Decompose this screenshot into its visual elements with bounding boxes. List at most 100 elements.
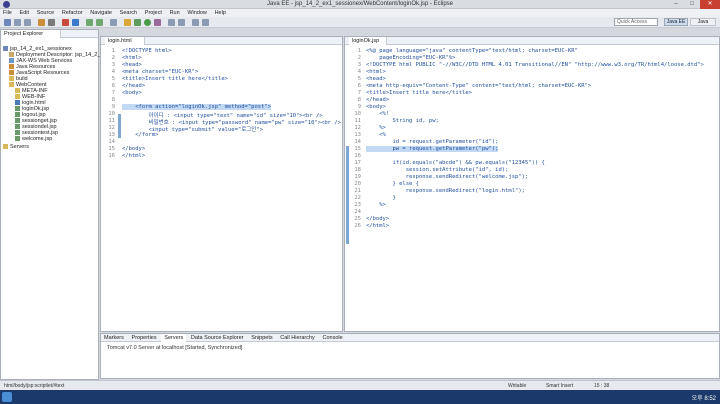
code-line: <meta http-equiv="Content-Type" content=… <box>366 83 592 89</box>
save-all-icon[interactable] <box>24 19 31 26</box>
code-line: <title>Insert title here</title> <box>366 90 472 96</box>
close-button[interactable]: ✕ <box>700 0 720 9</box>
bottom-panel: Markers Properties Servers Data Source E… <box>100 333 720 379</box>
jsp-file-icon <box>15 130 20 135</box>
menu-edit[interactable]: Edit <box>17 9 32 17</box>
save-icon[interactable] <box>14 19 21 26</box>
folder-icon <box>15 94 20 99</box>
jsp-file-icon <box>15 106 20 111</box>
perspective-javaee[interactable]: Java EE <box>664 18 688 26</box>
new-icon[interactable] <box>4 19 11 26</box>
code-line: <head> <box>122 62 142 68</box>
code-line: response.sendRedirect("login.html"); <box>366 188 525 194</box>
menu-refactor[interactable]: Refactor <box>59 9 86 17</box>
tab-login-html[interactable]: login.html <box>105 37 145 45</box>
tab-console[interactable]: Console <box>319 334 345 342</box>
status-bar: html/body/jsp:scriptlet/#text Writable S… <box>0 380 720 390</box>
tree-item[interactable]: welcome.jsp <box>15 136 52 142</box>
code-area[interactable]: 1 2 3 4 5 6 7 8 9 10 11 12 13 14 15 16 <… <box>103 48 341 328</box>
tab-markers[interactable]: Markers <box>101 334 127 342</box>
forward-icon[interactable] <box>202 19 209 26</box>
status-path: html/body/jsp:scriptlet/#text <box>4 383 65 389</box>
status-cursor-position: 15 : 38 <box>594 383 610 389</box>
menu-navigate[interactable]: Navigate <box>87 9 115 17</box>
tree-item[interactable]: Servers <box>3 144 29 150</box>
menu-bar: File Edit Source Refactor Navigate Searc… <box>0 9 720 17</box>
print-icon[interactable] <box>48 19 55 26</box>
new-package-icon[interactable] <box>178 19 185 26</box>
title-bar: Java EE - jsp_14_2_ex1_sessionex/WebCont… <box>0 0 720 9</box>
server-entry[interactable]: Tomcat v7.0 Server at localhost [Started… <box>107 345 242 351</box>
code-area[interactable]: 1 2 3 4 5 6 7 8 9 10 11 12 13 14 15 16 1… <box>345 48 717 328</box>
perspective-java[interactable]: Java <box>690 18 716 26</box>
build-icon[interactable] <box>38 19 45 26</box>
code-line: <!DOCTYPE html PUBLIC "-//W3C//DTD HTML … <box>366 62 704 68</box>
descriptor-icon <box>9 52 14 57</box>
code-line: <html> <box>122 55 142 61</box>
code-line: </body> <box>122 146 146 152</box>
debug-icon[interactable] <box>134 19 141 26</box>
coverage-icon[interactable] <box>154 19 161 26</box>
change-marker <box>118 114 121 138</box>
run-icon[interactable] <box>144 19 151 26</box>
jsp-file-icon <box>15 112 20 117</box>
webservice-icon <box>9 58 14 63</box>
web-icon[interactable] <box>72 19 79 26</box>
tab-snippets[interactable]: Snippets <box>248 334 275 342</box>
search-icon[interactable] <box>110 19 117 26</box>
menu-help[interactable]: Help <box>212 9 229 17</box>
html-file-icon <box>15 100 20 105</box>
start-icon[interactable] <box>2 392 12 402</box>
jsp-file-icon <box>15 118 20 123</box>
taskbar-clock: 오후 8:52 <box>691 396 716 402</box>
new-class-icon[interactable] <box>168 19 175 26</box>
jsp-file-icon <box>15 136 20 141</box>
folder-icon <box>9 70 14 75</box>
code-line: <html> <box>366 69 386 75</box>
folder-icon <box>3 144 8 149</box>
tab-data-source-explorer[interactable]: Data Source Explorer <box>188 334 247 342</box>
menu-run[interactable]: Run <box>167 9 183 17</box>
project-explorer: Project Explorer jsp_14_2_ex1_sessionex … <box>0 29 109 380</box>
code-line: String id, pw; <box>366 118 439 124</box>
folder-icon <box>15 88 20 93</box>
editor-loginok-jsp: loginOk.jsp 1 2 3 4 5 6 7 8 9 10 11 12 1… <box>344 36 720 332</box>
tab-call-hierarchy[interactable]: Call Hierarchy <box>277 334 318 342</box>
menu-search[interactable]: Search <box>117 9 140 17</box>
folder-icon <box>9 64 14 69</box>
server-icon[interactable] <box>62 19 69 26</box>
menu-file[interactable]: File <box>0 9 15 17</box>
code-line: <% <box>366 132 386 138</box>
code-line: <title>Insert title here</title> <box>122 76 228 82</box>
code-line: </html> <box>366 223 390 229</box>
maximize-button[interactable]: □ <box>684 0 700 9</box>
code-line: </head> <box>122 83 146 89</box>
tab-servers[interactable]: Servers <box>161 334 187 342</box>
menu-window[interactable]: Window <box>184 9 210 17</box>
minimize-button[interactable]: – <box>668 0 684 9</box>
code-line: <head> <box>366 76 386 82</box>
menu-source[interactable]: Source <box>34 9 57 17</box>
tab-project-explorer[interactable]: Project Explorer <box>1 30 61 38</box>
code-line: <!DOCTYPE html> <box>122 48 172 54</box>
code-line: </html> <box>122 153 146 159</box>
code-line: </body> <box>366 216 390 222</box>
code-line: %> <box>366 125 386 131</box>
code-line: <meta charset="EUC-KR"> <box>122 69 199 75</box>
open-type-icon[interactable] <box>86 19 93 26</box>
code-line: id = request.getParameter("id"); <box>366 139 499 145</box>
quick-access-input[interactable]: Quick Access <box>614 18 658 26</box>
code-line: </form> <box>122 132 159 138</box>
tab-properties[interactable]: Properties <box>129 334 160 342</box>
back-icon[interactable] <box>192 19 199 26</box>
toolbar <box>0 17 720 28</box>
tab-loginok-jsp[interactable]: loginOk.jsp <box>349 37 387 45</box>
menu-project[interactable]: Project <box>142 9 165 17</box>
code-line: pw = request.getParameter("pw"); <box>366 146 499 152</box>
code-line: } <box>366 195 396 201</box>
code-line: if(id.equals("abcde") && pw.equals("1234… <box>366 160 545 166</box>
external-tools-icon[interactable] <box>124 19 131 26</box>
jsp-file-icon <box>15 124 20 129</box>
status-writable: Writable <box>508 383 527 389</box>
open-task-icon[interactable] <box>96 19 103 26</box>
